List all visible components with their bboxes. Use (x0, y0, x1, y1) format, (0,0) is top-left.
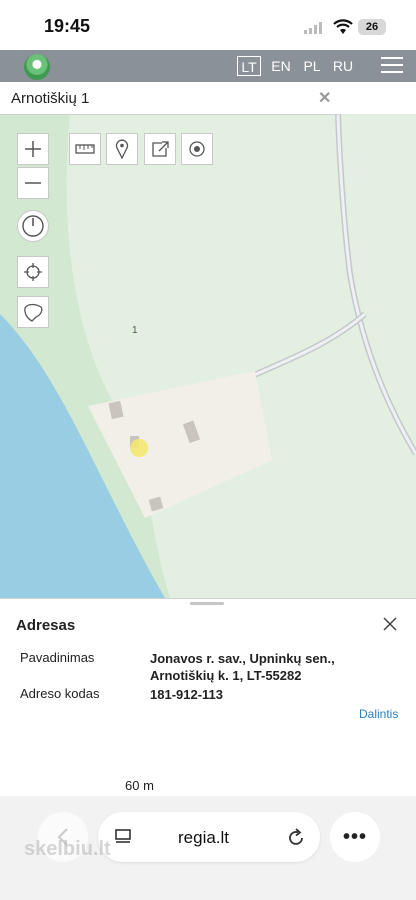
panel-drag-handle[interactable] (190, 602, 224, 605)
target-tool-button[interactable] (181, 133, 213, 165)
hamburger-menu-icon[interactable] (381, 57, 403, 75)
clear-search-icon[interactable]: ✕ (318, 88, 331, 108)
map-scale-label: 60 m (125, 778, 154, 793)
target-icon (189, 141, 205, 157)
more-dots-icon: ••• (342, 825, 367, 848)
lang-pl-button[interactable]: PL (302, 56, 322, 76)
name-value-line1: Jonavos r. sav., Upninkų sen., (150, 651, 335, 666)
zoom-out-button[interactable] (17, 167, 49, 199)
compass-button[interactable] (17, 210, 49, 242)
url-text[interactable]: regia.lt (178, 828, 229, 848)
share-map-button[interactable] (144, 133, 176, 165)
polygon-icon (24, 303, 43, 322)
crosshair-icon (24, 263, 42, 281)
compass-icon (22, 215, 44, 237)
reload-icon[interactable] (286, 828, 306, 848)
search-input[interactable] (8, 86, 314, 110)
tabs-icon[interactable] (114, 829, 132, 845)
external-share-icon (152, 141, 169, 157)
status-time: 19:45 (44, 16, 91, 36)
lang-ru-button[interactable]: RU (332, 56, 354, 76)
share-link[interactable]: Dalintis (359, 707, 398, 721)
signal-icon (304, 22, 322, 34)
area-draw-button[interactable] (17, 296, 49, 328)
map-layer (0, 114, 416, 598)
battery-icon: 26 (358, 19, 386, 35)
measure-tool-button[interactable] (69, 133, 101, 165)
wifi-icon (333, 19, 353, 34)
more-options-button[interactable]: ••• (330, 812, 380, 862)
marker-tool-button[interactable] (106, 133, 138, 165)
address-code-value: 181-912-113 (150, 687, 224, 702)
zoom-in-button[interactable] (17, 133, 49, 165)
lang-en-button[interactable]: EN (270, 56, 292, 76)
close-panel-icon[interactable] (382, 616, 398, 632)
name-value-line2: Arnotiškių k. 1, LT-55282 (150, 668, 302, 683)
map-canvas[interactable]: 1 (0, 114, 416, 598)
pin-icon (115, 139, 129, 159)
regia-logo[interactable] (24, 54, 50, 80)
my-location-button[interactable] (17, 256, 49, 288)
address-code-label: Adreso kodas (20, 686, 100, 701)
plus-icon (25, 141, 41, 157)
lang-lt-button[interactable]: LT (237, 56, 261, 76)
parcel-number-label: 1 (132, 325, 138, 336)
minus-icon (25, 182, 41, 184)
name-label: Pavadinimas (20, 650, 95, 665)
watermark-text: skelbiu.lt (24, 838, 111, 860)
panel-title: Adresas (16, 617, 76, 634)
ruler-icon (75, 144, 95, 154)
